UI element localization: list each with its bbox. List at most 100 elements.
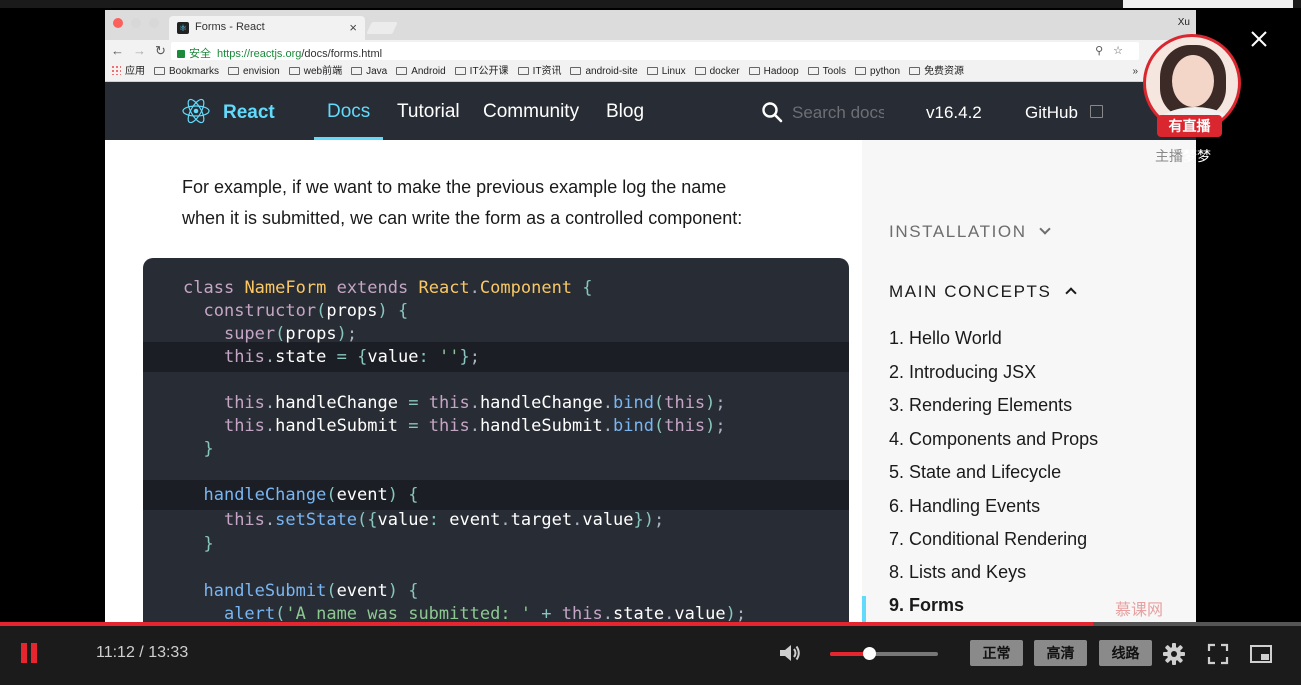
close-window-dot[interactable] bbox=[113, 18, 123, 28]
nav-link-docs[interactable]: Docs bbox=[327, 101, 370, 123]
bookmark-label: Tools bbox=[822, 66, 847, 77]
sidebar-item[interactable]: 4. Components and Props bbox=[889, 429, 1098, 450]
folder-icon bbox=[646, 67, 658, 75]
bookmark-item[interactable]: 应用 bbox=[111, 62, 145, 81]
live-badge[interactable]: 有直播 bbox=[1157, 115, 1222, 137]
intro-line-2: when it is submitted, we can write the f… bbox=[182, 208, 743, 228]
bookmark-item[interactable]: docker bbox=[694, 62, 740, 81]
url-input[interactable]: 安全 https://reactjs.org/docs/forms.html ⚲☆ bbox=[171, 42, 1139, 60]
browser-tab[interactable]: ⚛ Forms - React × bbox=[169, 16, 365, 40]
bookmark-label: IT资讯 bbox=[532, 66, 562, 77]
bookmark-item[interactable]: Android bbox=[396, 62, 446, 81]
version-link[interactable]: v16.4.2 bbox=[926, 103, 982, 123]
sidebar-item[interactable]: 7. Conditional Rendering bbox=[889, 529, 1087, 550]
tab-close-icon[interactable]: × bbox=[349, 20, 357, 35]
bookmark-label: IT公开课 bbox=[469, 66, 509, 77]
folder-icon bbox=[154, 67, 165, 75]
volume-icon[interactable] bbox=[778, 642, 802, 664]
chevron-down-icon bbox=[1039, 223, 1051, 235]
sidebar-item[interactable]: 9. Forms bbox=[889, 595, 964, 616]
folder-icon bbox=[855, 67, 867, 75]
quality-hd-button[interactable]: 高清 bbox=[1034, 640, 1087, 666]
url-host: https://reactjs.org bbox=[217, 48, 302, 60]
sidebar-item[interactable]: 8. Lists and Keys bbox=[889, 562, 1026, 583]
avatar-face bbox=[1172, 55, 1214, 107]
bookmark-item[interactable]: 免费资源 bbox=[909, 62, 964, 81]
nav-link-tutorial[interactable]: Tutorial bbox=[397, 101, 460, 123]
react-logo-icon[interactable] bbox=[181, 98, 211, 124]
sidebar-item[interactable]: 1. Hello World bbox=[889, 328, 1002, 349]
imooc-watermark: 慕课网 bbox=[1115, 602, 1164, 619]
site-brand[interactable]: React bbox=[223, 102, 275, 124]
browser-tabstrip: ⚛ Forms - React × Xu bbox=[105, 10, 1196, 40]
close-overlay-icon[interactable] bbox=[1248, 28, 1270, 50]
folder-icon bbox=[748, 67, 760, 75]
folder-icon bbox=[454, 67, 466, 75]
bookmark-item[interactable]: android-site bbox=[570, 62, 638, 81]
bookmark-item[interactable]: Tools bbox=[807, 62, 847, 81]
route-button[interactable]: 线路 bbox=[1099, 640, 1152, 666]
folder-icon bbox=[807, 67, 819, 75]
code-line: class NameForm extends React.Component { bbox=[183, 278, 593, 298]
bookmark-item[interactable]: Linux bbox=[646, 62, 686, 81]
search-icon[interactable] bbox=[761, 101, 783, 123]
bookmarks-overflow-chevron[interactable]: » bbox=[1132, 62, 1138, 81]
player-controls: 11:12 / 13:33 正常 高清 线路 bbox=[0, 626, 1301, 685]
code-line: this.setState({value: event.target.value… bbox=[223, 510, 665, 530]
minimize-window-dot[interactable] bbox=[131, 18, 141, 28]
sidebar-item[interactable]: 5. State and Lifecycle bbox=[889, 462, 1061, 483]
forward-arrow-icon[interactable]: → bbox=[133, 43, 146, 58]
bookmark-label: envision bbox=[243, 66, 280, 77]
external-link-icon bbox=[1090, 105, 1103, 118]
folder-icon bbox=[288, 67, 300, 75]
bookmark-item[interactable]: Bookmarks bbox=[154, 62, 219, 81]
search-input[interactable]: Search docs bbox=[792, 103, 884, 123]
react-site-header: React Docs Tutorial Community Blog Searc… bbox=[105, 82, 1196, 140]
sidebar-section-main-concepts[interactable]: MAIN CONCEPTS bbox=[889, 282, 1077, 302]
tab-title: Forms - React bbox=[195, 21, 265, 33]
pause-icon[interactable] bbox=[21, 643, 39, 663]
reload-icon[interactable]: ↻ bbox=[155, 43, 166, 59]
bookmark-item[interactable]: IT资讯 bbox=[517, 62, 562, 81]
sidebar-section-installation[interactable]: INSTALLATION bbox=[889, 222, 1051, 242]
profile-label[interactable]: Xu bbox=[1178, 17, 1190, 28]
bookmark-item[interactable]: Java bbox=[351, 62, 387, 81]
folder-icon bbox=[228, 67, 240, 75]
settings-gear-icon[interactable] bbox=[1162, 642, 1186, 666]
bookmark-label: Android bbox=[411, 66, 446, 77]
code-line: constructor(props) { bbox=[203, 301, 409, 321]
fullscreen-icon[interactable] bbox=[1206, 642, 1230, 666]
code-line: } bbox=[203, 534, 214, 554]
bookmark-item[interactable]: web前端 bbox=[288, 62, 342, 81]
maximize-window-dot[interactable] bbox=[149, 18, 159, 28]
playback-time: 11:12 / 13:33 bbox=[96, 644, 189, 661]
bookmark-label: docker bbox=[709, 66, 740, 77]
github-link[interactable]: GitHub bbox=[1025, 103, 1078, 123]
react-favicon-icon: ⚛ bbox=[177, 22, 189, 34]
sidebar-item[interactable]: 3. Rendering Elements bbox=[889, 395, 1072, 416]
address-bar-row: ← → ↻ 安全 https://reactjs.org/docs/forms.h… bbox=[105, 40, 1196, 62]
quality-normal-button[interactable]: 正常 bbox=[970, 640, 1023, 666]
secure-label: 安全 bbox=[189, 48, 211, 60]
back-arrow-icon[interactable]: ← bbox=[111, 43, 124, 58]
bookmark-item[interactable]: envision bbox=[228, 62, 280, 81]
bookmark-label: python bbox=[870, 66, 901, 77]
bookmark-label: Linux bbox=[661, 66, 686, 77]
folder-icon bbox=[396, 67, 408, 75]
bookmark-item[interactable]: IT公开课 bbox=[454, 62, 509, 81]
volume-knob[interactable] bbox=[863, 647, 876, 660]
bookmark-label: android-site bbox=[585, 66, 638, 77]
folder-icon bbox=[351, 67, 363, 75]
nav-link-blog[interactable]: Blog bbox=[606, 101, 644, 123]
zoom-and-star-icons[interactable]: ⚲☆ bbox=[1095, 44, 1133, 57]
new-tab-button[interactable] bbox=[366, 22, 398, 34]
bookmark-item[interactable]: Hadoop bbox=[748, 62, 799, 81]
sidebar-item[interactable]: 6. Handling Events bbox=[889, 496, 1040, 517]
main-content: For example, if we want to make the prev… bbox=[105, 140, 862, 622]
picture-in-picture-icon[interactable] bbox=[1249, 642, 1273, 666]
intro-paragraph: For example, if we want to make the prev… bbox=[182, 172, 842, 234]
bookmark-item[interactable]: python bbox=[855, 62, 900, 81]
sidebar-section-label: INSTALLATION bbox=[889, 222, 1027, 241]
nav-link-community[interactable]: Community bbox=[483, 101, 579, 123]
sidebar-item[interactable]: 2. Introducing JSX bbox=[889, 362, 1036, 383]
